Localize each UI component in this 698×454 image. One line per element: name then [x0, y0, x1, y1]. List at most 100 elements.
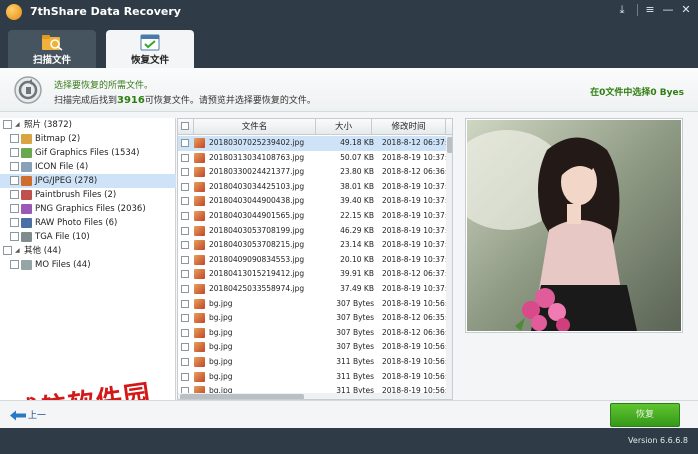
expand-triangle-icon[interactable]: ◢	[15, 118, 20, 132]
tree-checkbox[interactable]	[3, 246, 12, 255]
file-row-checkbox[interactable]	[181, 328, 189, 337]
file-size: 39.40 KB	[340, 196, 374, 206]
file-name: 20180409090834553.jpg	[209, 254, 305, 264]
column-header-name[interactable]: 文件名	[194, 119, 316, 135]
file-name: 20180425033558974.jpg	[209, 284, 305, 293]
tree-checkbox[interactable]	[10, 260, 19, 269]
file-row-checkbox[interactable]	[181, 343, 189, 352]
tree-item-png[interactable]: PNG Graphics Files (2036)	[0, 202, 176, 216]
recover-button[interactable]: 恢复	[610, 403, 680, 427]
jpg-file-icon	[194, 342, 205, 353]
file-row-checkbox[interactable]	[181, 153, 189, 162]
file-size: 311 Bytes	[336, 357, 374, 366]
file-name: 20180413015219412.jpg	[209, 269, 305, 279]
file-row[interactable]: 20180307025239402.jpg 49.18 KB 2018-8-12 0…	[178, 136, 452, 151]
file-list-header: 文件名 大小 修改时间	[178, 119, 452, 135]
file-row-checkbox[interactable]	[181, 168, 189, 177]
title-separator	[637, 4, 638, 16]
tree-item-label: 照片 (3872)	[24, 120, 72, 130]
file-row-checkbox[interactable]	[181, 358, 189, 366]
file-row-checkbox[interactable]	[181, 255, 189, 264]
file-row-checkbox[interactable]	[181, 182, 189, 191]
tree-checkbox[interactable]	[10, 190, 19, 199]
file-row-checkbox[interactable]	[181, 285, 189, 293]
file-row[interactable]: 20180313034108763.jpg 50.07 KB 2018-8-19 1…	[178, 151, 452, 166]
tree-item-paintbrush[interactable]: Paintbrush Files (2)	[0, 188, 176, 202]
file-row[interactable]: bg.jpg 307 Bytes 2018-8-12 06:36:28	[178, 326, 452, 341]
minimize-icon[interactable]: —	[658, 2, 678, 18]
tree-item-other[interactable]: ◢ 其他 (44)	[0, 244, 176, 258]
file-modified-time: 2018-8-19 10:56:07	[382, 298, 453, 308]
tab-scan-label: 扫描文件	[32, 55, 71, 66]
file-name: 20180403053708199.jpg	[209, 225, 305, 235]
download-icon[interactable]: ⤓	[612, 2, 632, 18]
file-row[interactable]: bg.jpg 307 Bytes 2018-8-19 10:56:07	[178, 340, 452, 355]
tree-checkbox[interactable]	[10, 218, 19, 227]
tree-item-icon[interactable]: ICON File (4)	[0, 160, 176, 174]
tab-recover-files[interactable]: 恢复文件	[106, 30, 194, 68]
tree-checkbox[interactable]	[10, 204, 19, 213]
png-icon	[21, 204, 32, 214]
tree-item-tga[interactable]: TGA File (10)	[0, 230, 176, 244]
file-name: 20180313034108763.jpg	[209, 152, 305, 162]
info-instruction: 选择要恢复的所需文件。	[54, 81, 154, 91]
file-row[interactable]: 20180330024421377.jpg 23.80 KB 2018-8-12 0…	[178, 165, 452, 180]
tree-item-gif[interactable]: Gif Graphics Files (1534)	[0, 146, 176, 160]
file-row[interactable]: 20180403044901565.jpg 22.15 KB 2018-8-19 1…	[178, 209, 452, 224]
jpg-file-icon	[194, 225, 205, 236]
app-logo-icon	[6, 4, 22, 20]
file-row[interactable]: bg.jpg 311 Bytes 2018-8-19 10:56:07	[178, 370, 452, 385]
file-row-checkbox[interactable]	[181, 226, 189, 235]
expand-triangle-icon[interactable]: ◢	[15, 244, 20, 258]
tab-scan-files[interactable]: 扫描文件	[8, 30, 96, 68]
select-all-cell[interactable]	[178, 119, 194, 135]
file-row[interactable]: bg.jpg 311 Bytes 2018-8-19 10:56:07	[178, 355, 452, 370]
recovery-status-icon	[14, 76, 42, 104]
file-row-checkbox[interactable]	[181, 212, 189, 220]
close-icon[interactable]: ✕	[676, 2, 696, 18]
file-modified-time: 2018-8-19 10:56:07	[382, 371, 453, 381]
file-row-checkbox[interactable]	[181, 299, 189, 308]
file-row[interactable]: 20180403044900438.jpg 39.40 KB 2018-8-19 1…	[178, 194, 452, 209]
tree-item-jpg[interactable]: JPG/JPEG (278)	[0, 174, 176, 188]
jpg-file-icon	[194, 240, 205, 251]
vertical-scrollbar[interactable]	[446, 135, 452, 399]
select-all-checkbox[interactable]	[181, 122, 189, 130]
file-row-checkbox[interactable]	[181, 372, 189, 381]
tree-item-photos[interactable]: ◢ 照片 (3872)	[0, 118, 176, 132]
file-row-checkbox[interactable]	[181, 270, 189, 279]
file-row[interactable]: bg.jpg 307 Bytes 2018-8-19 10:56:07	[178, 297, 452, 312]
file-row[interactable]: 20180413015219412.jpg 39.91 KB 2018-8-12 0…	[178, 267, 452, 282]
vertical-scroll-thumb[interactable]	[447, 137, 452, 153]
file-row-checkbox[interactable]	[181, 314, 189, 323]
tree-checkbox[interactable]	[10, 148, 19, 157]
file-row[interactable]: 20180425033558974.jpg 37.49 KB 2018-8-19 1…	[178, 282, 452, 297]
file-row[interactable]: bg.jpg 307 Bytes 2018-8-12 06:35:18	[178, 311, 452, 326]
file-row[interactable]: 20180403053708215.jpg 23.14 KB 2018-8-19 1…	[178, 238, 452, 253]
tree-checkbox[interactable]	[10, 232, 19, 241]
file-name: bg.jpg	[209, 327, 233, 337]
file-row-checkbox[interactable]	[181, 139, 189, 147]
file-row[interactable]: 20180403053708199.jpg 46.29 KB 2018-8-19 1…	[178, 224, 452, 239]
tree-checkbox[interactable]	[10, 162, 19, 171]
tree-item-label: Paintbrush Files (2)	[35, 190, 117, 200]
file-row[interactable]: 20180409090834553.jpg 20.10 KB 2018-8-19 1…	[178, 253, 452, 268]
tree-item-bitmap[interactable]: Bitmap (2)	[0, 132, 176, 146]
tree-checkbox[interactable]	[10, 176, 19, 185]
back-button[interactable]: 上一	[10, 409, 60, 423]
tree-item-raw[interactable]: RAW Photo Files (6)	[0, 216, 176, 230]
file-size: 307 Bytes	[336, 342, 374, 352]
menu-icon[interactable]: ≡	[640, 2, 660, 18]
tree-checkbox[interactable]	[10, 134, 19, 143]
horizontal-scrollbar[interactable]	[178, 393, 446, 399]
tree-checkbox[interactable]	[3, 120, 12, 129]
file-row-checkbox[interactable]	[181, 241, 189, 250]
column-header-time[interactable]: 修改时间	[372, 119, 446, 135]
column-header-size[interactable]: 大小	[316, 119, 372, 135]
selection-status: 在0文件中选择0 Byes	[590, 88, 684, 98]
file-size: 37.49 KB	[340, 284, 374, 293]
file-row[interactable]: 20180403034425103.jpg 38.01 KB 2018-8-19 1…	[178, 180, 452, 195]
tree-item-mo-files[interactable]: MO Files (44)	[0, 258, 176, 272]
ico-icon	[21, 162, 32, 172]
file-row-checkbox[interactable]	[181, 197, 189, 206]
